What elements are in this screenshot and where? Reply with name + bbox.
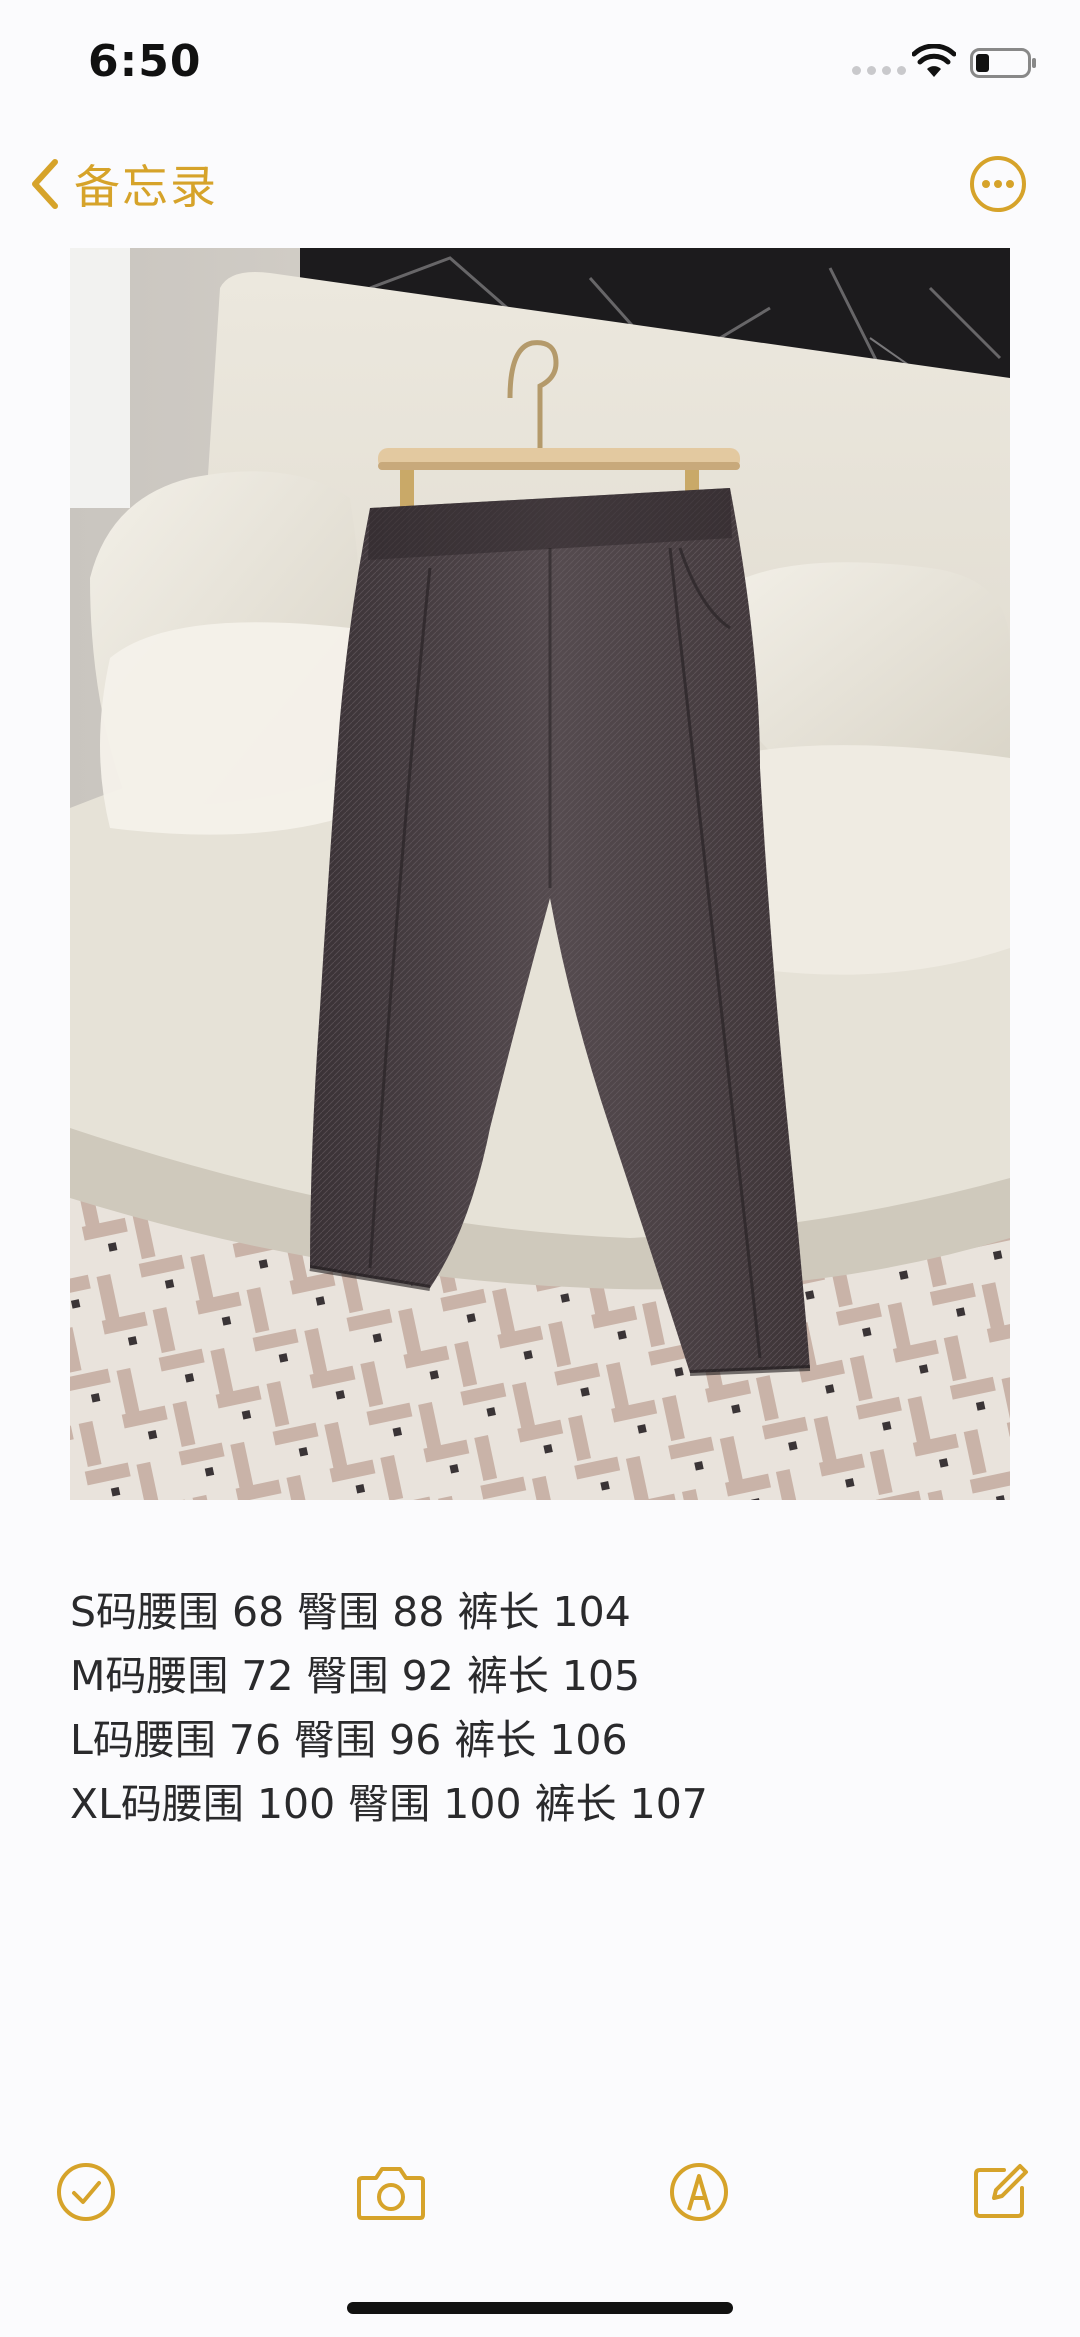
photo-attachment[interactable] (70, 248, 1010, 1500)
compose-icon[interactable] (968, 2160, 1032, 2224)
markup-pen-icon[interactable] (667, 2160, 731, 2224)
checklist-icon[interactable] (54, 2160, 118, 2224)
more-options-icon[interactable] (968, 154, 1028, 214)
status-bar: 6:50 (0, 0, 1080, 130)
bottom-toolbar (0, 2150, 1080, 2230)
note-line: M码腰围 72 臀围 92 裤长 105 (70, 1652, 641, 1700)
cellular-signal-icon (852, 66, 906, 75)
battery-icon (970, 48, 1036, 78)
status-time: 6:50 (88, 36, 202, 87)
back-label: 备忘录 (74, 160, 218, 214)
photo-image (70, 248, 1010, 1500)
note-line: L码腰围 76 臀围 96 裤长 106 (70, 1716, 628, 1764)
note-body[interactable]: S码腰围 68 臀围 88 裤长 104 M码腰围 72 臀围 92 裤长 10… (70, 1580, 1010, 1836)
camera-icon[interactable] (356, 2160, 426, 2224)
nav-bar: 备忘录 (0, 130, 1080, 240)
note-line: XL码腰围 100 臀围 100 裤长 107 (70, 1780, 708, 1828)
home-indicator[interactable] (347, 2302, 733, 2314)
wifi-icon (912, 44, 956, 77)
note-line: S码腰围 68 臀围 88 裤长 104 (70, 1588, 631, 1636)
chevron-left-icon (32, 159, 58, 209)
back-button[interactable]: 备忘录 (30, 152, 218, 216)
